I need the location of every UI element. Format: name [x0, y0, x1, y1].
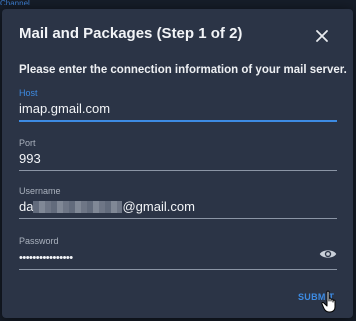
password-mask: ••••••••••••••••	[19, 252, 73, 264]
host-field[interactable]: Host imap.gmail.com	[19, 88, 337, 122]
mail-packages-dialog: Mail and Packages (Step 1 of 2) Please e…	[2, 9, 353, 318]
hand-cursor-icon	[321, 290, 336, 313]
username-field[interactable]: Username da @gmail.com	[19, 186, 337, 219]
host-input[interactable]: imap.gmail.com	[19, 101, 337, 120]
password-underline	[19, 269, 337, 270]
port-underline	[19, 170, 337, 171]
background-link[interactable]: Channels	[0, 0, 30, 5]
username-redacted	[33, 201, 123, 213]
port-field[interactable]: Port 993	[19, 138, 337, 171]
username-suffix: @gmail.com	[122, 199, 195, 214]
password-field[interactable]: Password ••••••••••••••••	[19, 236, 337, 270]
host-underline	[19, 120, 337, 122]
port-input[interactable]: 993	[19, 151, 337, 170]
intro-text: Please enter the connection information …	[19, 64, 347, 76]
eye-icon[interactable]	[319, 247, 337, 261]
username-input[interactable]: da @gmail.com	[19, 199, 337, 218]
port-label: Port	[19, 138, 36, 148]
username-label: Username	[19, 186, 61, 196]
password-input[interactable]: ••••••••••••••••	[19, 249, 337, 269]
host-label: Host	[19, 88, 38, 98]
close-icon[interactable]	[313, 27, 331, 45]
username-prefix: da	[19, 199, 34, 214]
dialog-title: Mail and Packages (Step 1 of 2)	[19, 25, 243, 42]
password-label: Password	[19, 236, 59, 246]
username-underline	[19, 218, 337, 219]
